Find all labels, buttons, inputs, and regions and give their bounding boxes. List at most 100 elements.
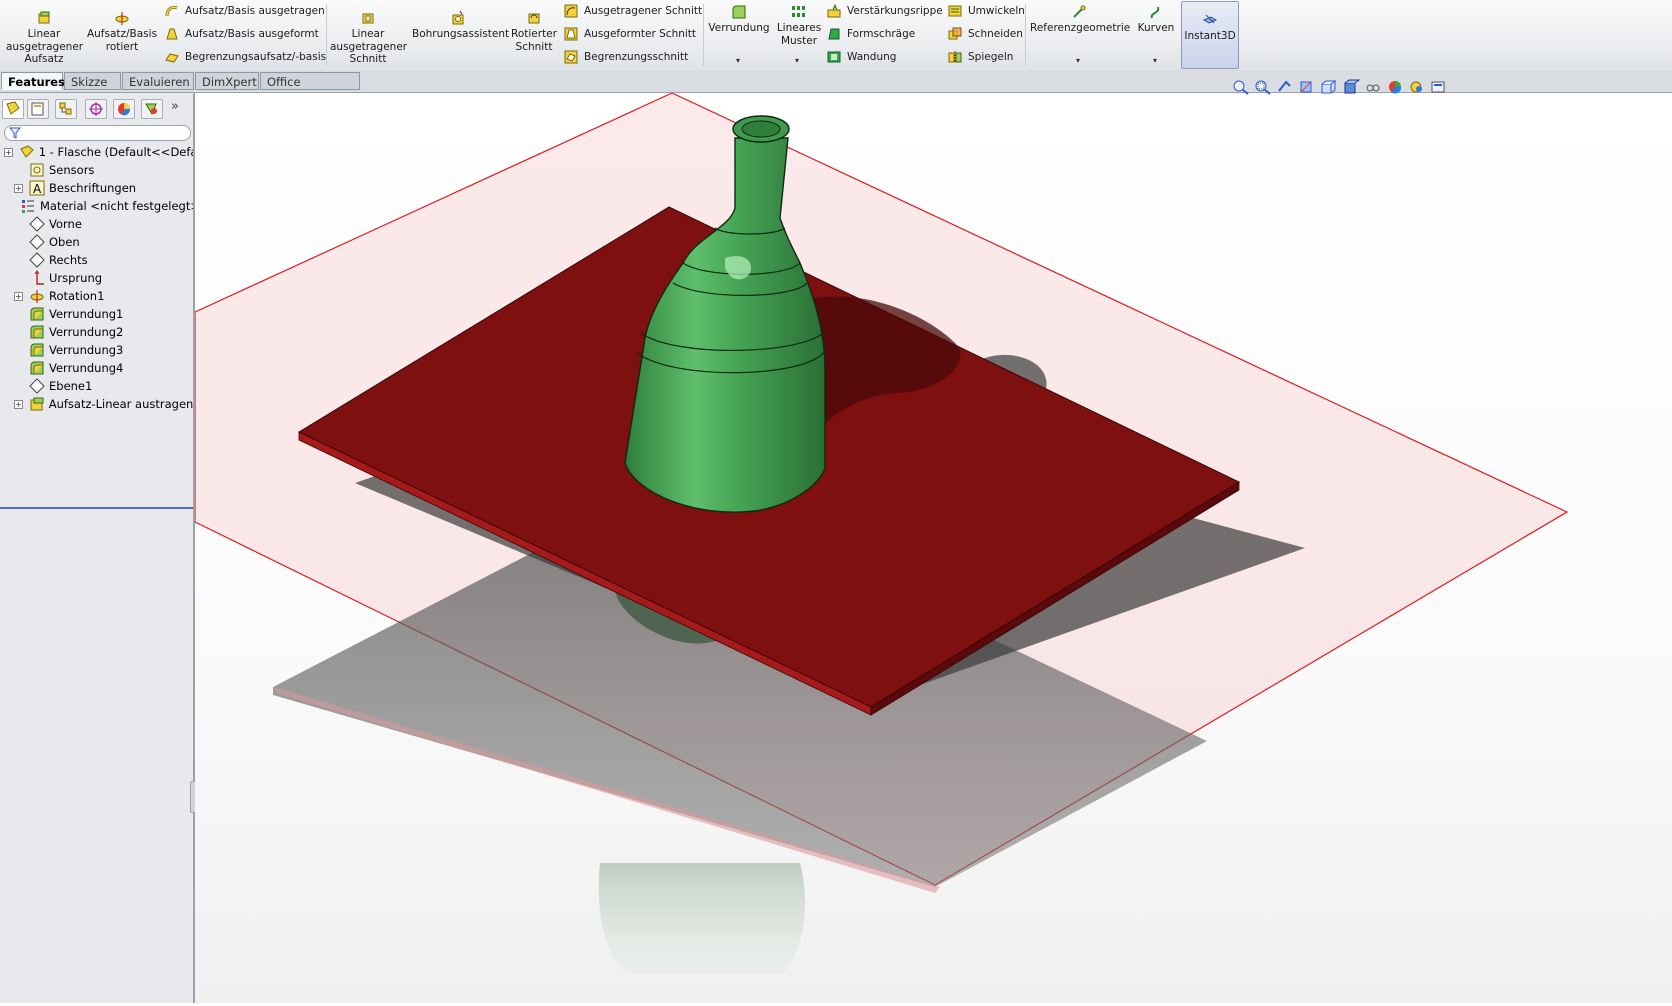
wrap-button[interactable]: Umwickeln bbox=[948, 4, 1025, 18]
edit-appearance-icon[interactable] bbox=[1386, 79, 1404, 95]
extruded-cut-button[interactable]: Linear ausgetragener Schnitt bbox=[330, 10, 407, 66]
shell-label: Wandung bbox=[847, 51, 897, 63]
tree-item[interactable]: Material <nicht festgelegt> bbox=[0, 197, 193, 215]
tab-office-products[interactable]: Office Produkte bbox=[260, 72, 360, 107]
annotation-icon: A bbox=[29, 180, 45, 196]
revolved-cut-icon bbox=[528, 13, 540, 24]
plane-icon bbox=[29, 234, 45, 250]
swept-cut-icon bbox=[564, 4, 578, 18]
revolved-boss-button[interactable]: Aufsatz/Basis rotiert bbox=[86, 10, 158, 53]
tree-item[interactable]: Ursprung bbox=[0, 269, 193, 287]
heads-up-view-toolbar bbox=[1232, 78, 1448, 96]
tree-item-label: Rechts bbox=[49, 253, 88, 267]
tree-item[interactable]: Sensors bbox=[0, 161, 193, 179]
expand-toggle-icon[interactable]: + bbox=[14, 399, 23, 409]
tree-item[interactable]: Rechts bbox=[0, 251, 193, 269]
expand-toggle-icon[interactable]: + bbox=[14, 183, 23, 193]
swept-cut-label: Ausgetragener Schnitt bbox=[584, 5, 703, 17]
display-style-icon[interactable] bbox=[1342, 79, 1360, 95]
configuration-manager-tab-icon[interactable] bbox=[55, 99, 77, 119]
view-settings-icon[interactable] bbox=[1430, 79, 1448, 95]
curves-label: Kurven bbox=[1137, 22, 1175, 34]
appearance-tab-icon[interactable] bbox=[141, 99, 163, 119]
tree-item[interactable]: Vorne bbox=[0, 215, 193, 233]
property-manager-tab-icon[interactable] bbox=[27, 99, 49, 119]
linear-pattern-button[interactable]: Lineares Muster bbox=[774, 4, 824, 47]
hole-wizard-button[interactable]: Bohrungsassistent bbox=[412, 10, 509, 41]
bottle-reflection bbox=[598, 863, 805, 973]
boundary-cut-button[interactable]: Begrenzungsschnitt bbox=[564, 50, 688, 64]
dimxpert-manager-tab-icon[interactable] bbox=[85, 99, 107, 119]
zoom-to-fit-icon[interactable] bbox=[1232, 79, 1250, 95]
swept-boss-button[interactable]: Aufsatz/Basis ausgetragen bbox=[165, 4, 325, 18]
svg-text:A: A bbox=[33, 182, 42, 196]
fillet-button[interactable]: Verrundung bbox=[708, 4, 770, 35]
lofted-cut-button[interactable]: Ausgeformter Schnitt bbox=[564, 27, 696, 41]
tree-item[interactable]: + Rotation1 bbox=[0, 287, 193, 305]
fillet-dropdown-arrow[interactable]: ▾ bbox=[736, 56, 740, 65]
tab-features[interactable]: Features bbox=[1, 72, 65, 90]
feature-manager-panel: » +1 - Flasche (Default<<Default>_ Sensor… bbox=[0, 93, 202, 1003]
tree-item-label: 1 - Flasche (Default<<Default>_ bbox=[38, 145, 193, 159]
mirror-button[interactable]: Spiegeln bbox=[948, 50, 1013, 64]
view-orientation-icon[interactable] bbox=[1320, 79, 1338, 95]
zoom-to-area-icon[interactable] bbox=[1254, 79, 1272, 95]
rib-button[interactable]: Verstärkungsrippe bbox=[827, 4, 943, 18]
bottle-neck-opening bbox=[741, 120, 781, 138]
tree-item-label: Verrundung1 bbox=[49, 307, 124, 321]
tree-item[interactable]: Verrundung3 bbox=[0, 341, 193, 359]
shell-button[interactable]: Wandung bbox=[827, 50, 896, 64]
origin-icon bbox=[29, 270, 45, 286]
tree-item[interactable]: + Aufsatz-Linear austragen1 bbox=[0, 395, 193, 413]
tree-root-part[interactable]: +1 - Flasche (Default<<Default>_ bbox=[0, 143, 193, 161]
linear-pattern-icon bbox=[792, 6, 805, 17]
tree-item[interactable]: Oben bbox=[0, 233, 193, 251]
wrap-label: Umwickeln bbox=[968, 5, 1025, 17]
tree-item[interactable]: Verrundung4 bbox=[0, 359, 193, 377]
section-view-icon[interactable] bbox=[1298, 79, 1316, 95]
tree-item[interactable]: Verrundung1 bbox=[0, 305, 193, 323]
tree-item[interactable]: Ebene1 bbox=[0, 377, 193, 395]
reference-geometry-button[interactable]: Referenzgeometrie bbox=[1030, 4, 1130, 35]
boundary-boss-button[interactable]: Begrenzungsaufsatz/-basis bbox=[165, 50, 326, 64]
sensor-icon bbox=[29, 162, 45, 178]
linear-pattern-label: Lineares Muster bbox=[776, 22, 822, 47]
tab-sketch[interactable]: Skizze bbox=[64, 72, 121, 90]
apply-scene-icon[interactable] bbox=[1408, 79, 1426, 95]
revolve-icon bbox=[29, 288, 45, 304]
lofted-boss-button[interactable]: Aufsatz/Basis ausgeformt bbox=[165, 27, 319, 41]
fillet-icon bbox=[29, 306, 45, 322]
tree-item-label: Ebene1 bbox=[49, 379, 93, 393]
curves-button[interactable]: Kurven bbox=[1132, 4, 1180, 35]
expand-toggle-icon[interactable]: + bbox=[4, 147, 13, 157]
boundary-boss-label: Begrenzungsaufsatz/-basis bbox=[185, 51, 327, 63]
tab-evaluate[interactable]: Evaluieren bbox=[122, 72, 194, 90]
swept-cut-button[interactable]: Ausgetragener Schnitt bbox=[564, 4, 702, 18]
display-manager-tab-icon[interactable] bbox=[113, 99, 135, 119]
tree-filter-field[interactable] bbox=[4, 125, 191, 141]
tab-dimxpert[interactable]: DimXpert bbox=[195, 72, 259, 90]
tree-item[interactable]: + A Beschriftungen bbox=[0, 179, 193, 197]
previous-view-icon[interactable] bbox=[1276, 79, 1294, 95]
curves-dropdown-arrow[interactable]: ▾ bbox=[1153, 56, 1157, 65]
graphics-area[interactable] bbox=[194, 79, 1672, 1003]
rollback-bar[interactable] bbox=[0, 507, 193, 509]
reference-geometry-dropdown-arrow[interactable]: ▾ bbox=[1076, 56, 1080, 65]
pattern-dropdown-arrow[interactable]: ▾ bbox=[795, 56, 799, 65]
draft-button[interactable]: Formschräge bbox=[827, 27, 915, 41]
lofted-cut-icon bbox=[564, 27, 578, 41]
hide-show-items-icon[interactable] bbox=[1364, 79, 1382, 95]
extruded-boss-button[interactable]: Linear ausgetragener Aufsatz bbox=[6, 10, 83, 66]
ribbon-separator bbox=[1025, 4, 1026, 66]
draft-label: Formschräge bbox=[847, 28, 916, 40]
instant3d-button[interactable]: Instant3D bbox=[1181, 1, 1239, 69]
expand-toggle-icon[interactable]: + bbox=[14, 291, 23, 301]
revolved-cut-button[interactable]: Rotierter Schnitt bbox=[508, 10, 560, 53]
feature-manager-tab-icon[interactable] bbox=[2, 99, 24, 119]
intersect-label: Schneiden bbox=[968, 28, 1023, 40]
tree-item-label: Oben bbox=[49, 235, 80, 249]
panel-more-button[interactable]: » bbox=[171, 99, 179, 114]
intersect-button[interactable]: Schneiden bbox=[948, 27, 1023, 41]
tree-item[interactable]: Verrundung2 bbox=[0, 323, 193, 341]
extrude-icon bbox=[29, 396, 45, 412]
